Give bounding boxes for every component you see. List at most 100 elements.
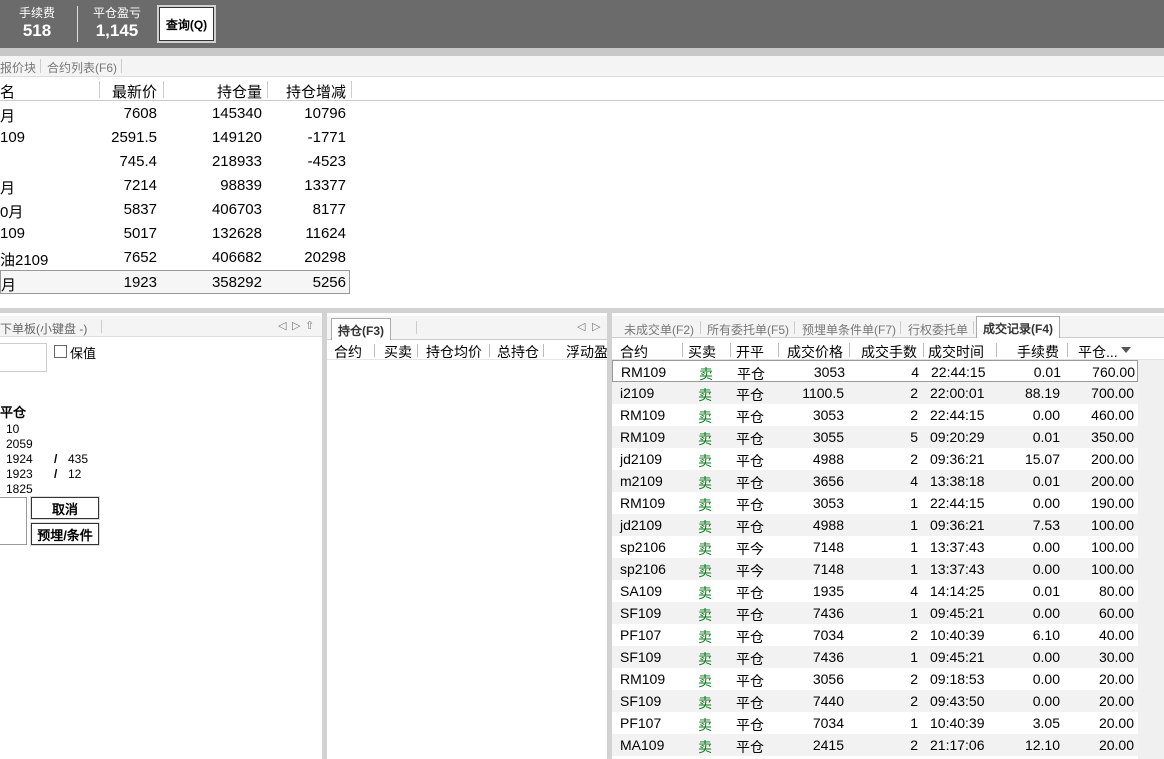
order-entry-box[interactable] xyxy=(0,497,27,545)
cell-open-close: 平仓 xyxy=(736,387,764,403)
quote-row-selected[interactable]: 月 1923 358292 5256 xyxy=(0,270,350,294)
tab-trade-records[interactable]: 成交记录(F4) xyxy=(976,316,1060,338)
cell-close-pnl: 20.00 xyxy=(1098,693,1134,709)
col-trade-price[interactable]: 成交价格 xyxy=(787,342,843,362)
trade-row[interactable]: SA109 卖 平仓 1935 4 14:14:25 0.01 80.00 xyxy=(612,580,1138,602)
nav-next-icon[interactable]: ▷ xyxy=(592,320,600,333)
price-level[interactable]: 1923 / 12 xyxy=(0,467,100,482)
col-open-interest[interactable]: 持仓量 xyxy=(165,81,262,102)
col-contract[interactable]: 合约 xyxy=(334,342,362,362)
cell-contract: i2109 xyxy=(620,385,655,401)
col-trade-lots[interactable]: 成交手数 xyxy=(861,342,917,362)
cell-time: 22:44:15 xyxy=(930,407,985,423)
trade-row[interactable]: SF109 卖 平仓 7436 1 09:45:21 0.00 60.00 xyxy=(612,602,1138,624)
cell-fee: 0.00 xyxy=(1032,605,1060,621)
col-fee[interactable]: 手续费 xyxy=(1017,342,1059,362)
col-last-price[interactable]: 最新价 xyxy=(100,81,157,102)
top-status-bar: 手续费 518 平仓盈亏 1,145 查询(Q) xyxy=(0,0,1164,48)
tab-order-board[interactable]: 下单板(小键盘 -) xyxy=(0,320,87,337)
tab-exercise-orders[interactable]: 行权委托单 xyxy=(908,321,968,338)
cell-lots: 4 xyxy=(910,583,918,599)
trade-row[interactable]: m2109 卖 平仓 3656 4 13:38:18 0.01 200.00 xyxy=(612,470,1138,492)
cell-price: 3656 xyxy=(812,473,844,489)
tab-all-orders[interactable]: 所有委托单(F5) xyxy=(707,321,789,338)
quote-row[interactable]: 745.4 218933 -4523 xyxy=(0,150,350,174)
cell-time: 13:37:43 xyxy=(930,539,985,555)
cell-contract: RM109 xyxy=(620,429,666,445)
price-level[interactable]: 2059 xyxy=(0,437,100,452)
cell-lots: 4 xyxy=(910,473,918,489)
quote-row[interactable]: 月 7214 98839 13377 xyxy=(0,174,350,198)
price-level[interactable]: 10 xyxy=(0,422,100,437)
tab-positions[interactable]: 持仓(F3) xyxy=(331,318,391,340)
col-contract[interactable]: 合约 xyxy=(620,342,648,362)
col-name[interactable]: 名 xyxy=(0,81,15,102)
price-level[interactable]: 1924 / 435 xyxy=(0,452,100,467)
cell-open-close: 平仓 xyxy=(736,431,764,447)
cell-lots: 2 xyxy=(910,693,918,709)
contract-input[interactable] xyxy=(0,343,47,372)
cell-price: 3053 xyxy=(813,364,845,380)
col-side[interactable]: 买卖 xyxy=(688,342,716,362)
col-avg-price[interactable]: 持仓均价 xyxy=(426,342,482,362)
cell-side: 卖 xyxy=(698,585,712,601)
cell-close-pnl: 700.00 xyxy=(1091,385,1134,401)
query-button[interactable]: 查询(Q) xyxy=(157,5,216,43)
trade-row[interactable]: i2109 卖 平仓 1100.5 2 22:00:01 88.19 700.00 xyxy=(612,382,1138,404)
col-floating-pnl[interactable]: 浮动盈 xyxy=(566,342,608,362)
cell-close-pnl: 40.00 xyxy=(1098,627,1134,643)
tab-contract-list[interactable]: 合约列表(F6) xyxy=(47,59,117,76)
quote-row[interactable]: 109 5017 132628 11624 xyxy=(0,222,350,246)
cell-side: 卖 xyxy=(698,563,712,579)
trade-row[interactable]: jd2109 卖 平仓 4988 2 09:36:21 15.07 200.00 xyxy=(612,448,1138,470)
nav-next-icon[interactable]: ▷ xyxy=(292,319,300,332)
cell-open-close: 平仓 xyxy=(736,475,764,491)
trade-row[interactable]: sp2106 卖 平今 7148 1 13:37:43 0.00 100.00 xyxy=(612,558,1138,580)
nav-collapse-icon[interactable]: ⇧ xyxy=(305,319,314,332)
trade-row[interactable]: RM109 卖 平仓 3056 2 09:18:53 0.00 20.00 xyxy=(612,668,1138,690)
col-open-close[interactable]: 开平 xyxy=(736,342,764,362)
sort-down-icon[interactable] xyxy=(1121,347,1131,353)
col-trade-time[interactable]: 成交时间 xyxy=(928,342,984,362)
tab-quote-block[interactable]: 报价块 xyxy=(0,59,36,76)
cell-fee: 0.00 xyxy=(1032,407,1060,423)
nav-prev-icon[interactable]: ◁ xyxy=(278,319,286,332)
cell-side: 卖 xyxy=(698,695,712,711)
cell-side: 卖 xyxy=(698,497,712,513)
trade-row[interactable]: SF109 卖 平仓 7440 2 09:43:50 0.00 20.00 xyxy=(612,690,1138,712)
cell-lots: 1 xyxy=(910,649,918,665)
trade-row[interactable]: MA109 卖 平仓 2415 2 21:17:06 12.10 20.00 xyxy=(612,734,1138,756)
tab-preorders[interactable]: 预埋单条件单(F7) xyxy=(802,321,896,338)
quote-row[interactable]: 月 7608 145340 10796 xyxy=(0,102,350,126)
col-side[interactable]: 买卖 xyxy=(384,342,412,362)
price-level[interactable]: 1825 xyxy=(0,482,100,497)
trade-row[interactable]: SF109 卖 平仓 7436 1 09:45:21 0.00 30.00 xyxy=(612,646,1138,668)
cell-time: 09:45:21 xyxy=(930,649,985,665)
cell-close-pnl: 100.00 xyxy=(1091,561,1134,577)
trade-row-selected[interactable]: RM109 卖 平仓 3053 4 22:44:15 0.01 760.00 xyxy=(612,360,1138,382)
hedge-checkbox[interactable] xyxy=(54,345,67,358)
col-total-position[interactable]: 总持仓 xyxy=(497,342,539,362)
col-oi-change[interactable]: 持仓增减 xyxy=(268,81,346,102)
trade-row[interactable]: PF107 卖 平仓 7034 1 10:40:39 3.05 20.00 xyxy=(612,712,1138,734)
col-close-pnl[interactable]: 平仓... xyxy=(1078,342,1118,362)
cell-price: 1100.5 xyxy=(802,385,844,401)
trades-table-header: 合约 买卖 开平 成交价格 成交手数 成交时间 手续费 平仓... xyxy=(612,339,1164,360)
trade-row[interactable]: RM109 卖 平仓 3053 1 22:44:15 0.00 190.00 xyxy=(612,492,1138,514)
tab-unfilled-orders[interactable]: 未成交单(F2) xyxy=(624,321,694,338)
trade-row[interactable]: RM109 卖 平仓 3055 5 09:20:29 0.01 350.00 xyxy=(612,426,1138,448)
quote-row[interactable]: 0月 5837 406703 8177 xyxy=(0,198,350,222)
cell-open-close: 平仓 xyxy=(736,519,764,535)
trade-row[interactable]: jd2109 卖 平仓 4988 1 09:36:21 7.53 100.00 xyxy=(612,514,1138,536)
trade-row[interactable]: PF107 卖 平仓 7034 2 10:40:39 6.10 40.00 xyxy=(612,624,1138,646)
quote-row[interactable]: 109 2591.5 149120 -1771 xyxy=(0,126,350,150)
trade-row[interactable]: RM109 卖 平仓 3053 2 22:44:15 0.00 460.00 xyxy=(612,404,1138,426)
cell-side: 卖 xyxy=(698,475,712,491)
trade-row[interactable]: sp2106 卖 平今 7148 1 13:37:43 0.00 100.00 xyxy=(612,536,1138,558)
quote-row[interactable]: 油2109 7652 406682 20298 xyxy=(0,246,350,270)
cell-side: 卖 xyxy=(698,409,712,425)
preorder-condition-button[interactable]: 预埋/条件 xyxy=(31,523,99,545)
nav-prev-icon[interactable]: ◁ xyxy=(577,320,585,333)
scrollbar-track[interactable] xyxy=(1138,360,1164,759)
cancel-button[interactable]: 取消 xyxy=(31,497,99,519)
